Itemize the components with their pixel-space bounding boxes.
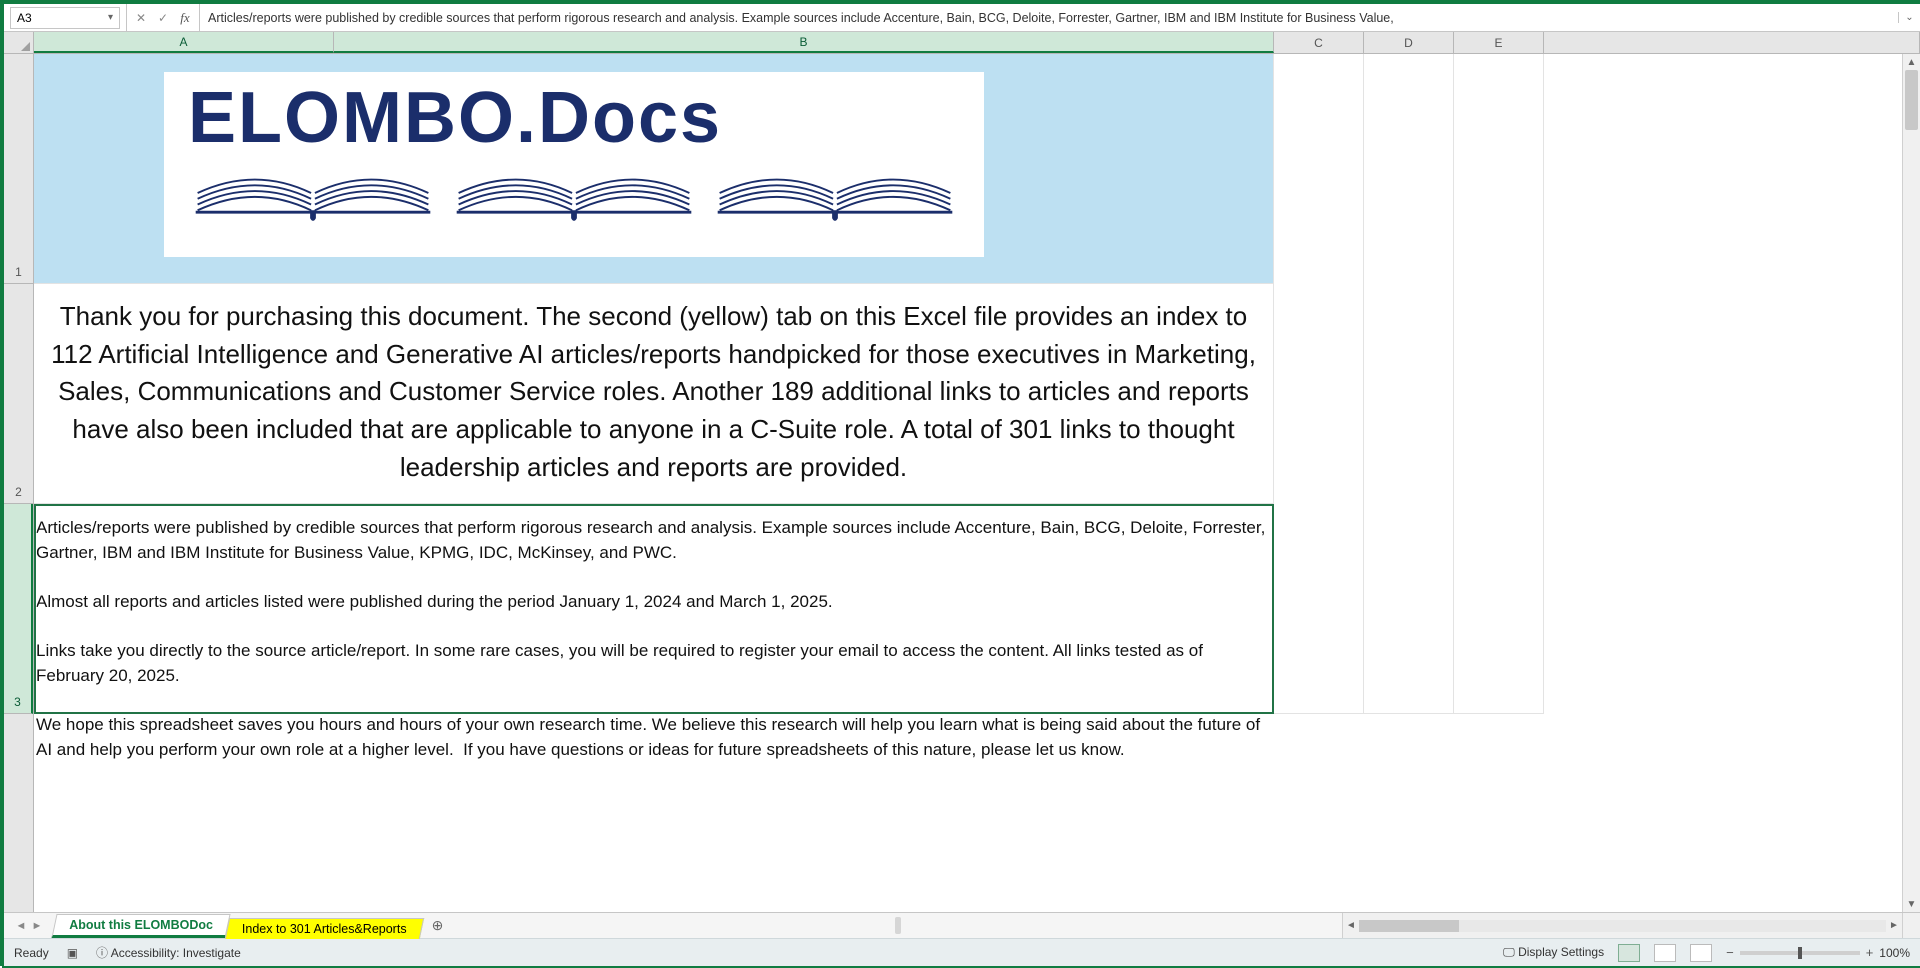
tab-split-handle[interactable] bbox=[895, 917, 901, 934]
cell-col-c[interactable] bbox=[1274, 54, 1364, 714]
row-header-2[interactable]: 2 bbox=[4, 284, 33, 504]
cancel-icon[interactable]: ✕ bbox=[131, 8, 151, 28]
cell-a3-b3-body[interactable]: Articles/reports were published by credi… bbox=[34, 504, 1274, 714]
scroll-up-icon[interactable]: ▲ bbox=[1907, 54, 1917, 70]
cell-a1-b1-logo[interactable]: ELOMBO.Docs bbox=[34, 54, 1274, 284]
expand-formula-bar-icon[interactable]: ⌄ bbox=[1898, 12, 1920, 23]
cell-reference: A3 bbox=[17, 11, 32, 25]
sheet-tabs: About this ELOMBODoc Index to 301 Articl… bbox=[54, 913, 420, 938]
fx-icon[interactable]: fx bbox=[175, 8, 195, 28]
column-header-c[interactable]: C bbox=[1274, 32, 1364, 53]
logo-books bbox=[188, 164, 960, 225]
scroll-right-icon[interactable]: ► bbox=[1886, 920, 1902, 931]
view-page-break-button[interactable] bbox=[1690, 944, 1712, 962]
column-header-d[interactable]: D bbox=[1364, 32, 1454, 53]
column-headers: A B C D E bbox=[4, 32, 1920, 54]
zoom-thumb[interactable] bbox=[1798, 947, 1802, 959]
name-box-dropdown-icon[interactable]: ▾ bbox=[108, 12, 113, 23]
logo-image: ELOMBO.Docs bbox=[164, 72, 984, 257]
enter-icon[interactable]: ✓ bbox=[153, 8, 173, 28]
cell-col-e[interactable] bbox=[1454, 54, 1544, 714]
zoom-in-button[interactable]: + bbox=[1866, 945, 1874, 960]
display-settings-button[interactable]: 🖵 Display Settings bbox=[1503, 945, 1604, 960]
logo-text: ELOMBO.Docs bbox=[188, 82, 960, 154]
vertical-scrollbar[interactable]: ▲ ▼ bbox=[1902, 54, 1920, 912]
view-page-layout-button[interactable] bbox=[1654, 944, 1676, 962]
name-box[interactable]: A3 ▾ bbox=[10, 7, 120, 29]
status-bar: Ready ▣ ⓘ Accessibility: Investigate 🖵 D… bbox=[4, 938, 1920, 966]
sheet-tabs-bar: ◄ ► About this ELOMBODoc Index to 301 Ar… bbox=[4, 912, 1920, 938]
hscroll-track[interactable] bbox=[1359, 920, 1886, 932]
hscroll-thumb[interactable] bbox=[1359, 920, 1459, 932]
tab-about-label: About this ELOMBODoc bbox=[69, 918, 213, 932]
zoom-slider[interactable] bbox=[1740, 951, 1860, 955]
accessibility-label: Accessibility: Investigate bbox=[111, 946, 241, 960]
row-headers: 1 2 3 bbox=[4, 54, 34, 912]
accessibility-icon: ⓘ bbox=[96, 946, 108, 960]
book-icon bbox=[710, 164, 960, 225]
column-header-b[interactable]: B bbox=[334, 32, 1274, 53]
formula-bar-controls: ✕ ✓ fx bbox=[126, 4, 200, 31]
tab-index-label: Index to 301 Articles&Reports bbox=[242, 922, 407, 936]
hscroll-end bbox=[1902, 913, 1920, 938]
tab-prev-icon[interactable]: ◄ bbox=[14, 920, 28, 932]
cell-col-d[interactable] bbox=[1364, 54, 1454, 714]
scroll-left-icon[interactable]: ◄ bbox=[1343, 920, 1359, 931]
column-header-e[interactable]: E bbox=[1454, 32, 1544, 53]
formula-input[interactable] bbox=[200, 11, 1898, 25]
tab-index[interactable]: Index to 301 Articles&Reports bbox=[225, 918, 424, 939]
display-settings-label: Display Settings bbox=[1518, 945, 1604, 959]
book-icon bbox=[449, 164, 699, 225]
tab-spacer bbox=[448, 913, 1342, 938]
row-header-3[interactable]: 3 bbox=[4, 504, 33, 714]
status-ready: Ready bbox=[14, 946, 49, 960]
zoom-out-button[interactable]: − bbox=[1726, 945, 1734, 960]
formula-bar: A3 ▾ ✕ ✓ fx ⌄ bbox=[4, 4, 1920, 32]
vscroll-track[interactable] bbox=[1903, 70, 1920, 896]
macro-record-icon[interactable]: ▣ bbox=[67, 946, 78, 960]
new-sheet-button[interactable]: ⊕ bbox=[426, 913, 448, 938]
select-all-corner[interactable] bbox=[4, 32, 34, 53]
column-header-rest bbox=[1544, 32, 1920, 53]
zoom-level[interactable]: 100% bbox=[1879, 946, 1910, 960]
tab-navigation: ◄ ► bbox=[4, 913, 54, 938]
accessibility-status[interactable]: ⓘ Accessibility: Investigate bbox=[96, 944, 241, 961]
row-header-1[interactable]: 1 bbox=[4, 54, 33, 284]
tab-about[interactable]: About this ELOMBODoc bbox=[51, 914, 230, 938]
display-settings-icon: 🖵 bbox=[1503, 945, 1515, 959]
book-icon bbox=[188, 164, 438, 225]
cell-grid[interactable]: ELOMBO.Docs bbox=[34, 54, 1902, 912]
view-normal-button[interactable] bbox=[1618, 944, 1640, 962]
horizontal-scrollbar[interactable]: ◄ ► bbox=[1342, 913, 1902, 938]
scroll-down-icon[interactable]: ▼ bbox=[1907, 896, 1917, 912]
cell-a2-b2-intro[interactable]: Thank you for purchasing this document. … bbox=[34, 284, 1274, 504]
tab-next-icon[interactable]: ► bbox=[30, 920, 44, 932]
worksheet-area: A B C D E 1 2 3 ELOMBO.Docs bbox=[4, 32, 1920, 912]
zoom-control: − + 100% bbox=[1726, 945, 1910, 960]
vscroll-thumb[interactable] bbox=[1905, 70, 1918, 130]
column-header-a[interactable]: A bbox=[34, 32, 334, 53]
